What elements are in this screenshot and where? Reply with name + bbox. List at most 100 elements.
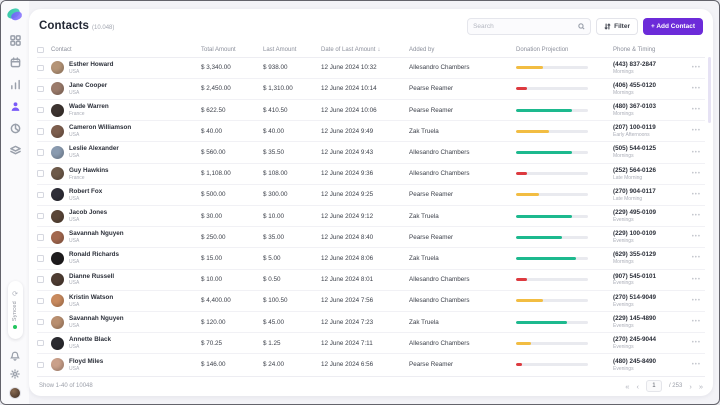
table-footer: Show 1-40 of 10048 « ‹ 1 / 253 › » <box>37 375 705 396</box>
sidebar: ⟳ Synced <box>1 1 29 404</box>
table-row[interactable]: Wade Warren France $ 622.50 $ 410.50 12 … <box>37 100 705 122</box>
filter-sort-icon <box>604 23 611 30</box>
row-menu-button[interactable]: ••• <box>685 340 705 346</box>
sidebar-item-reports[interactable] <box>9 122 22 135</box>
contact-name: Kristin Watson <box>69 293 114 301</box>
sync-status-pill[interactable]: ⟳ Synced <box>7 281 23 339</box>
row-menu-button[interactable]: ••• <box>685 128 705 134</box>
table-row[interactable]: Ronald Richards USA $ 15.00 $ 5.00 12 Ju… <box>37 248 705 270</box>
search-input-wrap <box>467 17 592 35</box>
table-row[interactable]: Floyd Miles USA $ 146.00 $ 24.00 12 June… <box>37 354 705 375</box>
row-checkbox[interactable] <box>37 339 44 347</box>
user-avatar[interactable] <box>9 387 21 399</box>
row-checkbox[interactable] <box>37 149 44 156</box>
added-by: Pearse Reamer <box>409 85 454 93</box>
column-header-added-by[interactable]: Added by <box>409 47 516 53</box>
row-checkbox[interactable] <box>37 361 44 369</box>
row-menu-button[interactable]: ••• <box>685 86 705 92</box>
sidebar-item-contacts[interactable] <box>9 100 22 113</box>
column-header-last-amount[interactable]: Last Amount <box>263 47 321 53</box>
sidebar-item-dashboard[interactable] <box>9 34 22 47</box>
notifications-bell-icon[interactable] <box>10 351 20 361</box>
row-menu-button[interactable]: ••• <box>685 298 705 304</box>
column-header-date[interactable]: Date of Last Amount ↓ <box>321 47 409 53</box>
table-row[interactable]: Esther Howard USA $ 3,340.00 $ 938.00 12… <box>37 58 705 79</box>
row-menu-button[interactable]: ••• <box>685 65 705 71</box>
row-menu-button[interactable]: ••• <box>685 277 705 283</box>
table-row[interactable]: Jacob Jones USA $ 30.00 $ 10.00 12 June … <box>37 206 705 228</box>
avatar <box>51 358 64 372</box>
scrollbar-thumb[interactable] <box>708 57 711 123</box>
contact-country: USA <box>69 322 80 329</box>
row-checkbox[interactable] <box>37 212 44 220</box>
row-checkbox[interactable] <box>37 64 44 72</box>
added-by: Zak Truela <box>409 212 439 220</box>
contact-country: USA <box>69 238 80 245</box>
column-header-total-amount[interactable]: Total Amount <box>201 47 263 53</box>
table-row[interactable]: Robert Fox USA $ 500.00 $ 300.00 12 June… <box>37 185 705 207</box>
add-contact-button[interactable]: + Add Contact <box>643 17 703 35</box>
added-by: Allesandro Chambers <box>409 276 470 284</box>
row-checkbox[interactable] <box>37 276 44 283</box>
row-menu-button[interactable]: ••• <box>685 171 705 177</box>
row-checkbox[interactable] <box>37 318 44 326</box>
column-header-contact[interactable]: Contact <box>51 47 201 53</box>
last-amount: $ 938.00 <box>263 64 288 72</box>
total-pages-label: / 253 <box>668 383 683 390</box>
next-page-button[interactable]: › <box>689 382 692 391</box>
table-row[interactable]: Savannah Nguyen USA $ 250.00 $ 35.00 12 … <box>37 227 705 249</box>
current-page-input[interactable]: 1 <box>645 380 662 393</box>
table-row[interactable]: Kristin Watson USA $ 4,400.00 $ 100.50 1… <box>37 291 705 312</box>
sync-refresh-icon: ⟳ <box>12 291 18 299</box>
donation-projection-fill <box>516 278 527 282</box>
table-row[interactable]: Jane Cooper USA $ 2,450.00 $ 1,310.00 12… <box>37 79 705 101</box>
row-menu-button[interactable]: ••• <box>685 150 705 156</box>
sidebar-item-calendar[interactable] <box>9 56 22 69</box>
column-header-phone-timing[interactable]: Phone & Timing <box>613 47 685 53</box>
select-all-checkbox[interactable] <box>37 46 44 54</box>
row-menu-button[interactable]: ••• <box>685 107 705 113</box>
search-input[interactable] <box>473 22 579 30</box>
sidebar-item-campaigns[interactable] <box>9 144 22 157</box>
donation-projection-bar <box>516 66 588 70</box>
date-of-last-amount: 12 June 2024 10:32 <box>321 64 377 72</box>
row-menu-button[interactable]: ••• <box>685 213 705 219</box>
row-menu-button[interactable]: ••• <box>685 362 705 368</box>
table-header-row: Contact Total Amount Last Amount Date of… <box>37 43 705 58</box>
row-checkbox[interactable] <box>37 85 44 93</box>
sidebar-item-analytics[interactable] <box>9 78 22 91</box>
table-row[interactable]: Guy Hawkins France $ 1,108.00 $ 108.00 1… <box>37 164 705 185</box>
table-row[interactable]: Savannah Nguyen USA $ 120.00 $ 45.00 12 … <box>37 312 705 334</box>
last-amount: $ 300.00 <box>263 191 288 199</box>
row-checkbox[interactable] <box>37 106 44 114</box>
table-row[interactable]: Annette Black USA $ 70.25 $ 1.25 12 June… <box>37 333 705 355</box>
added-by: Zak Truela <box>409 254 439 262</box>
filter-button[interactable]: Filter <box>596 17 638 35</box>
row-menu-button[interactable]: ••• <box>685 192 705 198</box>
row-checkbox[interactable] <box>37 128 44 135</box>
table-row[interactable]: Leslie Alexander USA $ 560.00 $ 35.50 12… <box>37 142 705 164</box>
first-page-button[interactable]: « <box>625 382 629 391</box>
last-page-button[interactable]: » <box>699 382 703 391</box>
donation-projection-bar <box>516 129 588 133</box>
row-menu-button[interactable]: ••• <box>685 234 705 240</box>
contact-country: USA <box>69 216 80 223</box>
row-checkbox[interactable] <box>37 297 44 305</box>
app-logo-icon[interactable] <box>5 7 23 22</box>
prev-page-button[interactable]: ‹ <box>636 382 639 391</box>
contact-name: Guy Hawkins <box>69 166 109 174</box>
row-checkbox[interactable] <box>37 234 44 241</box>
row-checkbox[interactable] <box>37 170 44 177</box>
column-header-donation-projection[interactable]: Donation Projection <box>516 47 613 53</box>
settings-gear-icon[interactable] <box>10 369 20 379</box>
added-by: Pearse Reamer <box>409 191 454 199</box>
table-row[interactable]: Cameron Williamson USA $ 40.00 $ 40.00 1… <box>37 121 705 143</box>
row-checkbox[interactable] <box>37 255 44 262</box>
row-checkbox[interactable] <box>37 191 44 199</box>
page-title: Contacts <box>39 20 90 33</box>
contact-country: USA <box>69 132 80 139</box>
contacts-person-icon <box>11 102 19 111</box>
row-menu-button[interactable]: ••• <box>685 255 705 261</box>
table-row[interactable]: Dianne Russell USA $ 10.00 $ 0.50 12 Jun… <box>37 270 705 291</box>
row-menu-button[interactable]: ••• <box>685 319 705 325</box>
